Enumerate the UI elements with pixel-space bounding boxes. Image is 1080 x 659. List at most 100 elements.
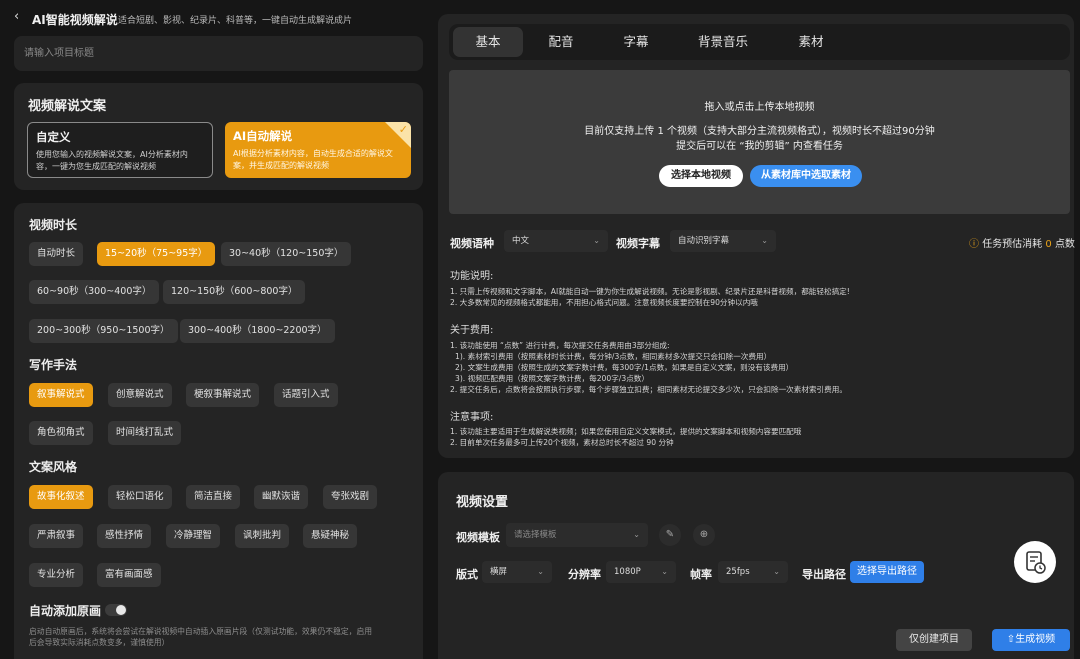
notes-heading: 关于费用: bbox=[450, 325, 494, 336]
writing-option[interactable]: 时间线打乱式 bbox=[108, 421, 182, 445]
notes-heading: 功能说明: bbox=[450, 271, 494, 282]
writing-option[interactable]: 叙事解说式 bbox=[29, 383, 93, 407]
writing-option[interactable]: 话题引入式 bbox=[274, 383, 338, 407]
style-title: 文案风格 bbox=[29, 460, 78, 474]
duration-option[interactable]: 200~300秒（950~1500字） bbox=[29, 319, 178, 343]
script-panel: 视频解说文案 自定义 使用您输入的视频解说文案，AI分析素材内 容，一键为您生成… bbox=[14, 83, 423, 190]
chevron-down-icon: ⌄ bbox=[773, 567, 780, 576]
style-option[interactable]: 夸张戏剧 bbox=[323, 485, 378, 509]
duration-title: 视频时长 bbox=[29, 218, 78, 232]
fps-select[interactable]: 25fps ⌄ bbox=[718, 561, 788, 583]
note-line: 3). 视频匹配费用（按照文案字数计费，每200字/3点数） bbox=[455, 374, 649, 383]
generate-video-label: 生成视频 bbox=[1015, 634, 1056, 645]
select-value: 自动识别字幕 bbox=[678, 236, 730, 246]
export-path-label: 导出路径 bbox=[802, 568, 846, 581]
select-value: 1080P bbox=[614, 567, 641, 577]
style-option[interactable]: 感性抒情 bbox=[97, 524, 152, 548]
style-option[interactable]: 专业分析 bbox=[29, 563, 84, 587]
app-title: AI智能视频解说 bbox=[32, 13, 118, 27]
create-project-only-button[interactable]: 仅创建项目 bbox=[896, 629, 972, 651]
note-line: 2. 提交任务后，点数将会按照执行步骤，每个步骤独立扣费；相同素材无论提交多少次… bbox=[450, 385, 847, 394]
duration-option[interactable]: 60~90秒（300~400字） bbox=[29, 280, 160, 304]
card-desc: 案，并生成匹配的解说视频 bbox=[233, 161, 329, 170]
duration-option[interactable]: 自动时长 bbox=[29, 242, 84, 266]
style-option[interactable]: 故事化叙述 bbox=[29, 485, 93, 509]
video-subtitle-label: 视频字幕 bbox=[616, 237, 660, 250]
duration-option[interactable]: 300~400秒（1800~2200字） bbox=[180, 319, 335, 343]
custom-script-card[interactable]: 自定义 使用您输入的视频解说文案，AI分析素材内 容，一键为您生成匹配的解说视频 bbox=[27, 122, 213, 178]
note-line: 1. 只需上传视频和文字脚本，AI就能自动一键为你生成解说视频。无论是影视剧、纪… bbox=[450, 287, 850, 296]
check-icon: ✓ bbox=[398, 123, 408, 136]
note-line: 2). 文案生成费用（按照生成的文案字数计费，每300字/1点数，如果是自定义文… bbox=[455, 363, 794, 372]
notes-heading: 注意事项: bbox=[450, 412, 494, 423]
tab-basic[interactable]: 基本 bbox=[453, 27, 523, 57]
style-option[interactable]: 轻松口语化 bbox=[108, 485, 172, 509]
select-from-library-button[interactable]: 从素材库中选取素材 bbox=[750, 165, 862, 187]
upload-icon: ⇧ bbox=[1006, 634, 1016, 645]
writing-title: 写作手法 bbox=[29, 358, 78, 372]
tab-subtitles[interactable]: 字幕 bbox=[611, 24, 661, 60]
style-option[interactable]: 幽默诙谐 bbox=[254, 485, 309, 509]
tab-bgm[interactable]: 背景音乐 bbox=[690, 24, 756, 60]
video-language-select[interactable]: 中文 ⌄ bbox=[504, 230, 608, 252]
template-label: 视频模板 bbox=[456, 531, 500, 544]
upload-desc: 提交后可以在 “我的剪辑” 内查看任务 bbox=[676, 141, 843, 152]
select-value: 横屏 bbox=[490, 567, 508, 577]
upload-desc: 目前仅支持上传 1 个视频（支持大部分主流视频格式），视频时长不超过90分钟 bbox=[584, 126, 935, 137]
style-option[interactable]: 悬疑神秘 bbox=[303, 524, 358, 548]
style-option[interactable]: 冷静理智 bbox=[166, 524, 221, 548]
tab-voiceover[interactable]: 配音 bbox=[536, 24, 586, 60]
writing-option[interactable]: 创意解说式 bbox=[108, 383, 172, 407]
settings-panel: 视频时长 自动时长 15~20秒（75~95字） 30~40秒（120~150字… bbox=[14, 203, 423, 659]
note-line: 2. 目前单次任务最多可上传20个视频，素材总时长不超过 90 分钟 bbox=[450, 438, 674, 447]
style-option[interactable]: 讽刺批判 bbox=[235, 524, 290, 548]
auto-clip-title: 自动添加原画 bbox=[29, 604, 102, 618]
project-title-input[interactable] bbox=[14, 36, 423, 71]
upload-dropzone[interactable]: 拖入或点击上传本地视频 目前仅支持上传 1 个视频（支持大部分主流视频格式），视… bbox=[449, 70, 1070, 214]
script-section-title: 视频解说文案 bbox=[28, 99, 107, 114]
edit-icon[interactable]: ✎ bbox=[659, 524, 681, 546]
style-option[interactable]: 简洁直接 bbox=[186, 485, 241, 509]
card-title: 自定义 bbox=[36, 130, 71, 144]
card-title: AI自动解说 bbox=[233, 129, 293, 143]
resolution-select[interactable]: 1080P ⌄ bbox=[606, 561, 676, 583]
card-desc: 使用您输入的视频解说文案，AI分析素材内 bbox=[36, 150, 188, 159]
task-list-button[interactable] bbox=[1014, 541, 1056, 583]
back-icon[interactable]: ‹ bbox=[14, 9, 19, 24]
writing-option[interactable]: 角色视角式 bbox=[29, 421, 93, 445]
fps-label: 帧率 bbox=[690, 568, 712, 581]
cost-prefix: 任务预估消耗 bbox=[982, 239, 1043, 250]
video-subtitle-select[interactable]: 自动识别字幕 ⌄ bbox=[670, 230, 776, 252]
writing-option[interactable]: 梗叙事解说式 bbox=[186, 383, 260, 407]
duration-option[interactable]: 120~150秒（600~800字） bbox=[163, 280, 306, 304]
auto-clip-desc: 后会导致实际消耗点数变多，谨慎使用） bbox=[29, 638, 170, 647]
chevron-down-icon: ⌄ bbox=[633, 530, 640, 539]
note-line: 2. 大多数常见的视频格式都能用，不用担心格式问题。注意视频长度要控制在90分钟… bbox=[450, 298, 758, 307]
chevron-down-icon: ⌄ bbox=[593, 236, 600, 245]
auto-clip-toggle[interactable] bbox=[105, 604, 127, 616]
duration-option[interactable]: 15~20秒（75~95字） bbox=[97, 242, 216, 266]
style-option[interactable]: 严肃叙事 bbox=[29, 524, 84, 548]
chevron-down-icon: ⌄ bbox=[761, 236, 768, 245]
resolution-label: 分辨率 bbox=[568, 568, 601, 581]
ai-script-card[interactable]: ✓ AI自动解说 AI根据分析素材内容，自动生成合适的解说文 案，并生成匹配的解… bbox=[225, 122, 411, 178]
app-subtitle: 适合短剧、影视、纪录片、科普等，一键自动生成解说成片 bbox=[118, 16, 353, 26]
duration-option[interactable]: 30~40秒（120~150字） bbox=[221, 242, 352, 266]
style-option[interactable]: 富有画面感 bbox=[97, 563, 161, 587]
select-value: 中文 bbox=[512, 236, 530, 246]
card-desc: 容，一键为您生成匹配的解说视频 bbox=[36, 162, 156, 171]
template-select[interactable]: 请选择模板 ⌄ bbox=[506, 523, 648, 547]
card-desc: AI根据分析素材内容，自动生成合适的解说文 bbox=[233, 149, 393, 158]
tab-material[interactable]: 素材 bbox=[786, 24, 836, 60]
cost-value: 0 bbox=[1045, 239, 1052, 250]
note-line: 1. 该功能主要适用于生成解说类视频；如果您使用自定义文案模式，提供的文案脚本和… bbox=[450, 427, 802, 436]
video-settings-title: 视频设置 bbox=[456, 495, 509, 510]
select-local-video-button[interactable]: 选择本地视频 bbox=[659, 165, 743, 187]
select-export-path-button[interactable]: 选择导出路径 bbox=[850, 561, 924, 583]
chevron-down-icon: ⌄ bbox=[537, 567, 544, 576]
select-placeholder: 请选择模板 bbox=[514, 530, 557, 540]
select-value: 25fps bbox=[726, 567, 750, 577]
generate-video-button[interactable]: ⇧生成视频 bbox=[992, 629, 1070, 651]
layout-select[interactable]: 横屏 ⌄ bbox=[482, 561, 552, 583]
add-icon[interactable]: ⊕ bbox=[693, 524, 715, 546]
